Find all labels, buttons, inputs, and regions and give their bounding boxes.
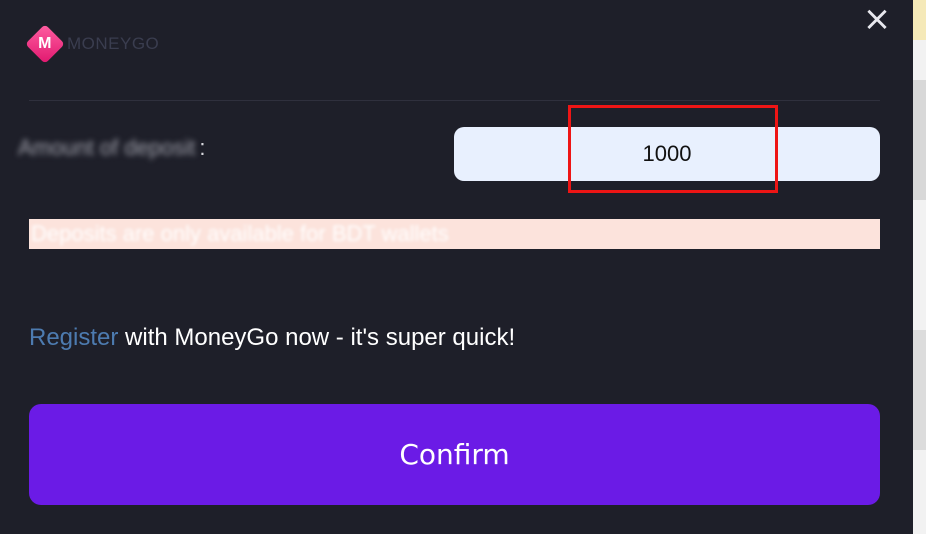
background-strip-segment bbox=[913, 80, 926, 200]
amount-input[interactable] bbox=[454, 127, 880, 181]
wallet-notice: Deposits are only available for BDT wall… bbox=[29, 219, 880, 249]
register-link[interactable]: Register bbox=[29, 324, 118, 351]
background-strip-segment bbox=[913, 0, 926, 40]
confirm-button[interactable]: Confirm bbox=[29, 404, 880, 505]
amount-label-colon: : bbox=[199, 135, 206, 160]
wallet-notice-text: Deposits are only available for BDT wall… bbox=[31, 221, 449, 246]
moneygo-logo: M MONEYGO bbox=[25, 24, 160, 64]
logo-text: MONEYGO bbox=[67, 34, 160, 53]
moneygo-logo-icon: M bbox=[25, 24, 65, 64]
background-page-strip bbox=[913, 0, 926, 534]
amount-label: Amount of deposit : bbox=[18, 130, 205, 166]
header-divider bbox=[29, 100, 880, 101]
register-line: Register with MoneyGo now - it's super q… bbox=[29, 324, 515, 352]
close-icon[interactable]: × bbox=[860, 2, 894, 36]
register-text: with MoneyGo now - it's super quick! bbox=[118, 324, 516, 351]
background-strip-segment bbox=[913, 330, 926, 450]
amount-label-text: Amount of deposit bbox=[18, 135, 196, 160]
deposit-modal: M MONEYGO × Amount of deposit : Deposits… bbox=[0, 0, 913, 534]
logo-letter: M bbox=[38, 34, 52, 52]
